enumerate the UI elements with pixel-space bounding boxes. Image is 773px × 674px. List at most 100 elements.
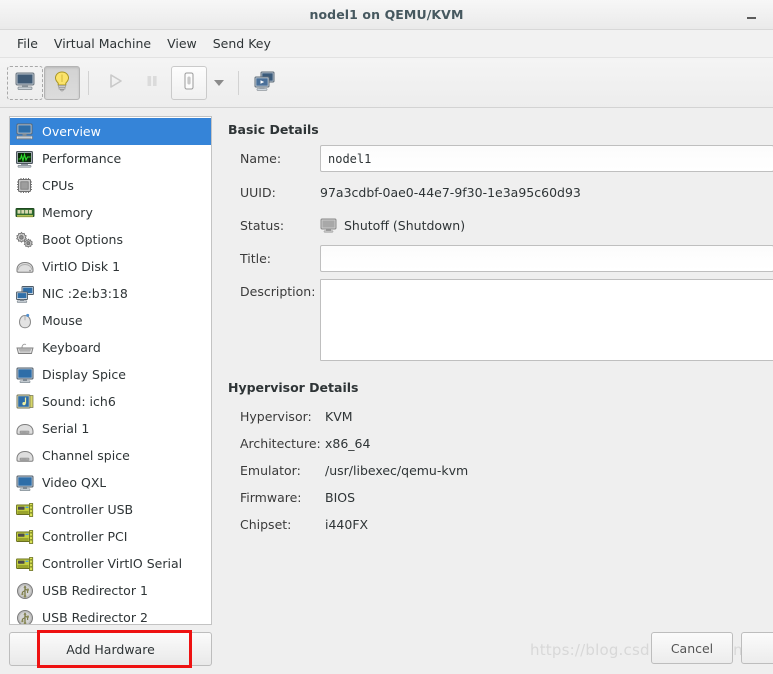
add-hardware-area: Add Hardware [9, 630, 212, 668]
status-value-group: Shutoff (Shutdown) [320, 218, 465, 233]
hypervisor-row-value: KVM [325, 409, 353, 424]
menu-view[interactable]: View [159, 33, 205, 54]
window-body: Overview Performance CPUs Memory Boot Option… [0, 108, 773, 674]
chevron-down-icon [214, 79, 224, 86]
sidebar-item-nic-2e-b3-18[interactable]: NIC :2e:b3:18 [10, 280, 211, 307]
video-monitor-icon [15, 474, 35, 492]
controller-card-icon [15, 528, 35, 546]
power-shutdown-icon [181, 71, 197, 94]
sidebar-item-mouse[interactable]: Mouse [10, 307, 211, 334]
controller-card-icon [15, 501, 35, 519]
shutdown-button[interactable] [171, 65, 207, 100]
serial-port-icon [15, 420, 35, 438]
minimize-icon [746, 17, 756, 19]
sidebar-item-display-spice[interactable]: Display Spice [10, 361, 211, 388]
sidebar-item-memory[interactable]: Memory [10, 199, 211, 226]
usb-icon [15, 582, 35, 600]
menu-send-key[interactable]: Send Key [205, 33, 279, 54]
shutdown-dropdown-button[interactable] [208, 66, 230, 100]
sidebar-item-usb-redirector-2[interactable]: USB Redirector 2 [10, 604, 211, 624]
sidebar-item-virtio-disk-1[interactable]: VirtIO Disk 1 [10, 253, 211, 280]
cancel-button[interactable]: Cancel [651, 632, 733, 664]
title-label: Title: [240, 251, 271, 266]
hypervisor-row-value: BIOS [325, 490, 356, 505]
sidebar-item-keyboard[interactable]: Keyboard [10, 334, 211, 361]
cpu-chip-icon [15, 177, 35, 195]
sidebar-item-channel-spice[interactable]: Channel spice [10, 442, 211, 469]
hardware-sidebar: Overview Performance CPUs Memory Boot Option… [0, 108, 220, 674]
sidebar-item-controller-usb[interactable]: Controller USB [10, 496, 211, 523]
hypervisor-row-label: Hypervisor: [240, 409, 312, 424]
menu-file[interactable]: File [9, 33, 46, 54]
sidebar-item-label: Mouse [42, 313, 83, 328]
hypervisor-row-label: Architecture: [240, 436, 321, 451]
hardware-list[interactable]: Overview Performance CPUs Memory Boot Option… [9, 116, 212, 625]
sidebar-item-overview[interactable]: Overview [10, 118, 211, 145]
dialog-footer: Cancel [220, 622, 773, 674]
snapshots-button[interactable] [247, 66, 283, 100]
sidebar-item-label: Serial 1 [42, 421, 90, 436]
memory-stick-icon [15, 204, 35, 222]
sidebar-item-boot-options[interactable]: Boot Options [10, 226, 211, 253]
titlebar: nodel1 on QEMU/KVM [0, 0, 773, 30]
sidebar-item-label: NIC :2e:b3:18 [42, 286, 128, 301]
status-label: Status: [240, 217, 285, 233]
uuid-row: UUID: 97a3cdbf-0ae0-44e7-9f30-1e3a95c60d… [228, 179, 773, 205]
gears-icon [15, 231, 35, 249]
hypervisor-row-label: Firmware: [240, 490, 302, 505]
pause-button[interactable] [134, 66, 170, 100]
sidebar-item-label: Video QXL [42, 475, 107, 490]
hypervisor-row: Firmware: BIOS [228, 484, 773, 511]
shutoff-monitor-icon [320, 218, 337, 233]
status-value: Shutoff (Shutdown) [344, 217, 466, 233]
description-label: Description: [240, 284, 316, 299]
sidebar-item-sound-ich6[interactable]: Sound: ich6 [10, 388, 211, 415]
basic-details-heading: Basic Details [228, 122, 319, 137]
sidebar-item-controller-virtio-serial[interactable]: Controller VirtIO Serial [10, 550, 211, 577]
keyboard-icon [15, 339, 35, 357]
sidebar-item-performance[interactable]: Performance [10, 145, 211, 172]
sidebar-item-video-qxl[interactable]: Video QXL [10, 469, 211, 496]
sidebar-item-usb-redirector-1[interactable]: USB Redirector 1 [10, 577, 211, 604]
console-monitor-icon [14, 71, 36, 94]
minimize-button[interactable] [739, 0, 763, 30]
sidebar-item-label: Channel spice [42, 448, 130, 463]
details-view-button[interactable] [44, 65, 80, 100]
uuid-value: 97a3cdbf-0ae0-44e7-9f30-1e3a95c60d93 [320, 184, 581, 200]
sidebar-item-label: CPUs [42, 178, 74, 193]
menu-virtual-machine[interactable]: Virtual Machine [46, 33, 159, 54]
hypervisor-row-value: i440FX [325, 517, 369, 532]
add-hardware-button[interactable]: Add Hardware [9, 632, 212, 666]
toolbar-separator-1 [88, 70, 89, 95]
description-row: Description: [228, 279, 773, 361]
network-card-icon [15, 285, 35, 303]
sidebar-item-label: Memory [42, 205, 93, 220]
snapshot-screens-icon [253, 70, 277, 95]
description-textarea[interactable] [320, 279, 773, 361]
name-input[interactable]: nodel1 [320, 145, 773, 172]
apply-button[interactable] [741, 632, 773, 664]
mouse-icon [15, 312, 35, 330]
sidebar-item-controller-pci[interactable]: Controller PCI [10, 523, 211, 550]
hypervisor-row-value: x86_64 [325, 436, 371, 451]
sidebar-item-label: Overview [42, 124, 101, 139]
sidebar-item-serial-1[interactable]: Serial 1 [10, 415, 211, 442]
title-row: Title: [228, 245, 773, 272]
pause-icon [142, 71, 162, 94]
name-label: Name: [240, 151, 282, 166]
menubar: File Virtual Machine View Send Key [0, 30, 773, 58]
hypervisor-rows: Hypervisor: KVM Architecture: x86_64 Emulato… [228, 403, 773, 538]
lightbulb-details-icon [52, 70, 72, 95]
run-button[interactable] [97, 66, 133, 100]
usb-icon [15, 609, 35, 624]
console-view-button[interactable] [7, 65, 43, 100]
controller-card-icon [15, 555, 35, 573]
sidebar-item-label: Controller VirtIO Serial [42, 556, 183, 571]
toolbar-separator-2 [238, 70, 239, 95]
sidebar-item-label: Performance [42, 151, 122, 166]
title-input[interactable] [320, 245, 773, 272]
uuid-label: UUID: [240, 184, 276, 200]
overview-monitor-icon [15, 123, 35, 141]
hypervisor-row: Architecture: x86_64 [228, 430, 773, 457]
sidebar-item-cpus[interactable]: CPUs [10, 172, 211, 199]
